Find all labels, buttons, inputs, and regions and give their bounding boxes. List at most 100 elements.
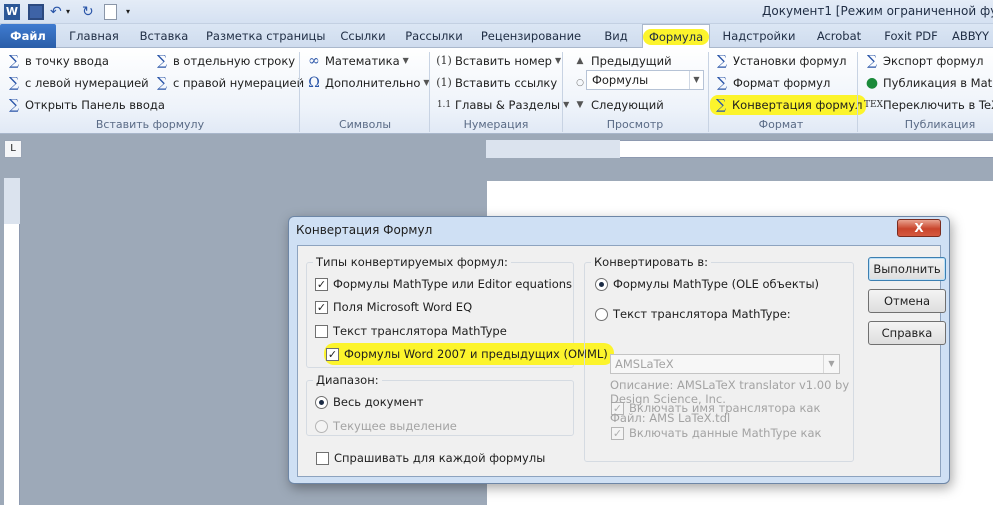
tab-references[interactable]: Ссылки	[336, 24, 390, 48]
save-icon[interactable]	[28, 4, 44, 20]
number-icon: (1)	[436, 54, 452, 67]
open-input-panel-button[interactable]: ∑ Открыть Панель ввода	[6, 95, 165, 115]
run-button[interactable]: Выполнить	[868, 257, 946, 281]
tab-page-layout[interactable]: Разметка страницы	[206, 24, 325, 48]
checkbox-checked[interactable]: ✓	[315, 300, 328, 314]
sigma-icon: ∑	[157, 75, 167, 91]
type-wordeq-checkbox[interactable]: ✓ Поля Microsoft Word EQ	[315, 299, 472, 315]
convert-ole-radio[interactable]: Формулы MathType (OLE объекты)	[595, 276, 819, 292]
translator-select[interactable]: AMSLaTeX ▼	[610, 354, 840, 374]
tab-file[interactable]: Файл	[0, 24, 56, 48]
insert-separate-line-label: в отдельную строку	[173, 54, 296, 68]
word-app-icon[interactable]: W	[4, 4, 20, 20]
previous-button[interactable]: ▲ Предыдущий	[572, 51, 672, 71]
pen-sigma-icon: ∑	[9, 97, 19, 113]
group-separator	[857, 52, 858, 132]
format-formulas-button[interactable]: ∑ Формат формул	[714, 73, 830, 93]
toggle-tex-button[interactable]: TEX Переключить в TeX	[864, 95, 993, 115]
type-label: Формулы Word 2007 и предыдущих (OMML)	[344, 347, 608, 361]
tab-mailings[interactable]: Рассылки	[402, 24, 466, 48]
redo-icon[interactable]: ↻	[82, 4, 98, 20]
tab-stop-selector[interactable]: L	[4, 140, 22, 158]
new-document-icon[interactable]	[104, 4, 117, 20]
ask-each-label: Спрашивать для каждой формулы	[334, 451, 546, 465]
checkbox-checked[interactable]: ✓	[326, 347, 339, 361]
convert-text-radio[interactable]: Текст транслятора MathType:	[595, 306, 791, 322]
radio-unselected[interactable]	[315, 419, 328, 433]
next-button[interactable]: ▼ Следующий	[572, 95, 664, 115]
translator-value: AMSLaTeX	[615, 357, 674, 371]
insert-number-dropdown[interactable]: (1) Вставить номер ▼	[436, 51, 561, 71]
cancel-button[interactable]: Отмена	[868, 289, 946, 313]
insert-at-cursor-button[interactable]: ∑ в точку ввода	[6, 51, 109, 71]
checkbox-checked[interactable]: ✓	[611, 426, 624, 440]
tab-acrobat[interactable]: Acrobat	[808, 24, 870, 48]
insert-separate-line-button[interactable]: ∑ в отдельную строку	[154, 51, 295, 71]
formula-settings-button[interactable]: ∑ Установки формул	[714, 51, 846, 71]
include-data-label: Включать данные MathType как	[629, 426, 822, 440]
publish-mathpage-button[interactable]: ● Публикация в MathP	[864, 73, 993, 93]
type-label: Текст транслятора MathType	[333, 324, 507, 338]
types-group: Типы конвертируемых формул: ✓ Формулы Mat…	[306, 255, 614, 368]
range-whole-document-radio[interactable]: Весь документ	[315, 394, 423, 410]
radio-unselected[interactable]	[595, 307, 608, 321]
group-label-preview: Просмотр	[606, 118, 664, 131]
dialog-title: Конвертация Формул	[296, 223, 433, 237]
insert-right-numbering-button[interactable]: ∑ с правой нумерацией	[154, 73, 304, 93]
chevron-down-icon: ▼	[563, 100, 570, 109]
range-group: Диапазон: Весь документ Текущее выделени…	[306, 373, 574, 436]
range-all-label: Весь документ	[333, 395, 424, 409]
vertical-ruler[interactable]	[4, 178, 20, 505]
group-label-numbering: Нумерация	[463, 118, 529, 131]
chapters-sections-dropdown[interactable]: 1.1 Главы & Разделы ▼	[436, 95, 569, 115]
title-bar: W ↶ ▾ ↻ ▾ Документ1 [Режим ограниченной …	[0, 0, 993, 24]
insert-reference-button[interactable]: (1) Вставить ссылку	[436, 73, 557, 93]
insert-left-numbering-label: с левой нумерацией	[25, 76, 149, 90]
insert-left-numbering-button[interactable]: ∑ с левой нумерацией	[6, 73, 149, 93]
formula-settings-label: Установки формул	[733, 54, 847, 68]
checkbox-unchecked[interactable]	[316, 451, 329, 465]
preview-combo[interactable]: Формулы ▼	[586, 70, 704, 90]
radio-selected[interactable]	[315, 395, 328, 409]
include-data-checkbox[interactable]: ✓ Включать данные MathType как	[611, 425, 821, 441]
range-selection-radio[interactable]: Текущее выделение	[315, 418, 457, 434]
group-separator	[429, 52, 430, 132]
convert-formulas-button[interactable]: ∑ Конвертация формул	[710, 95, 866, 115]
tab-addins[interactable]: Надстройки	[716, 24, 802, 48]
open-input-panel-label: Открыть Панель ввода	[25, 98, 165, 112]
range-selection-label: Текущее выделение	[333, 419, 457, 433]
tab-formula[interactable]: Формула	[642, 24, 710, 49]
insert-reference-label: Вставить ссылку	[455, 76, 558, 90]
tab-review[interactable]: Рецензирование	[478, 24, 584, 48]
type-mathtype-checkbox[interactable]: ✓ Формулы MathType или Editor equations	[315, 276, 572, 292]
radio-selected[interactable]	[595, 277, 608, 291]
help-button[interactable]: Справка	[868, 321, 946, 345]
math-symbols-dropdown[interactable]: ∞ Математика ▼	[306, 51, 409, 71]
convert-formulas-label: Конвертация формул	[732, 98, 863, 112]
undo-dropdown-icon[interactable]: ▾	[66, 4, 76, 20]
type-omml-checkbox[interactable]: ✓ Формулы Word 2007 и предыдущих (OMML)	[324, 343, 614, 365]
group-separator	[562, 52, 563, 132]
tex-icon: TEX	[864, 100, 883, 110]
ask-each-checkbox[interactable]: Спрашивать для каждой формулы	[316, 450, 545, 466]
chevron-down-icon[interactable]: ▼	[823, 355, 839, 373]
sigma-icon: ∑	[157, 53, 167, 69]
translator-description: Описание: AMSLaTeX translator v1.00 by D…	[610, 378, 850, 406]
types-legend: Типы конвертируемых формул:	[313, 255, 511, 269]
tab-insert[interactable]: Вставка	[136, 24, 192, 48]
more-symbols-dropdown[interactable]: Ω Дополнительно ▼	[306, 73, 429, 93]
tab-home[interactable]: Главная	[66, 24, 122, 48]
chevron-down-icon[interactable]: ▼	[689, 71, 703, 89]
tab-abbyy[interactable]: ABBYY	[952, 24, 993, 48]
tab-foxit[interactable]: Foxit PDF	[876, 24, 946, 48]
more-symbols-label: Дополнительно	[325, 76, 421, 90]
tab-view[interactable]: Вид	[596, 24, 636, 48]
type-translator-text-checkbox[interactable]: Текст транслятора MathType	[315, 323, 507, 339]
close-button[interactable]: X	[897, 219, 941, 237]
undo-icon[interactable]: ↶	[50, 4, 66, 20]
previous-label: Предыдущий	[591, 54, 672, 68]
export-formulas-button[interactable]: ∑ Экспорт формул	[864, 51, 984, 71]
customize-toolbar-icon[interactable]: ▾	[126, 4, 136, 20]
checkbox-checked[interactable]: ✓	[315, 277, 328, 291]
checkbox-unchecked[interactable]	[315, 324, 328, 338]
